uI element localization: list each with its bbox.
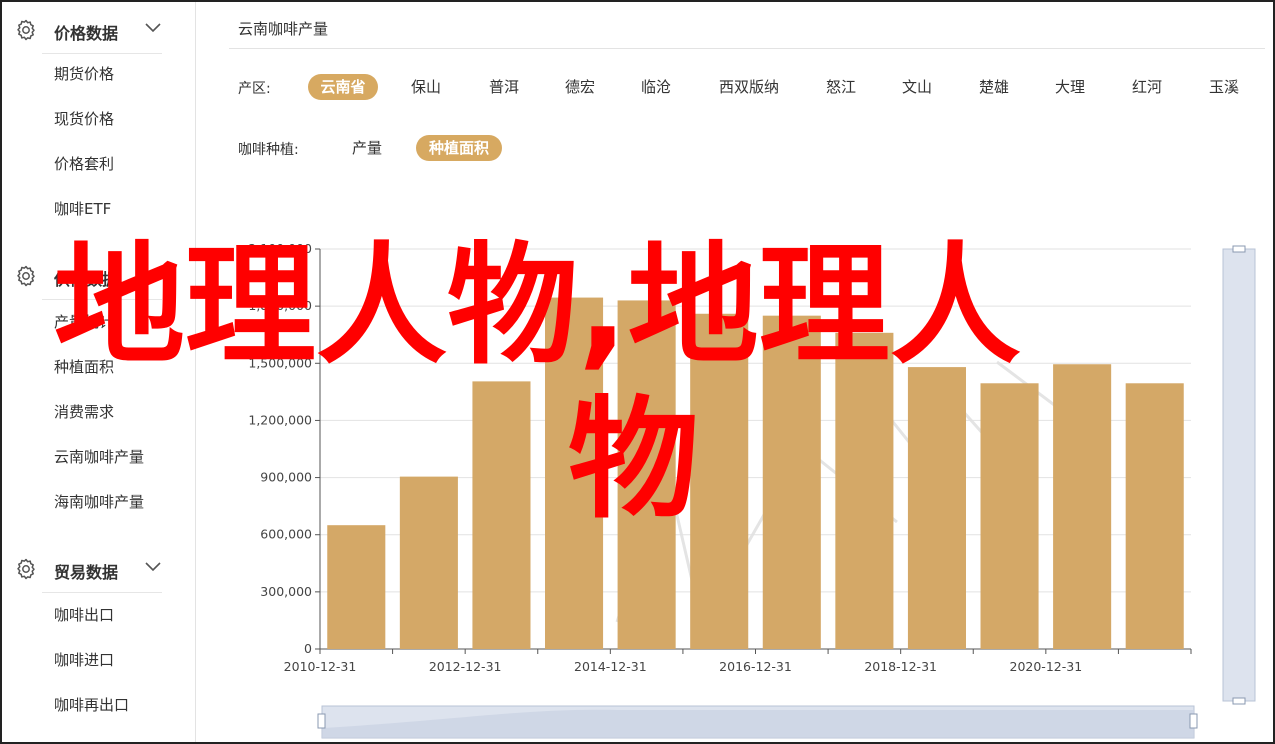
slider-handle-right[interactable] xyxy=(1189,713,1198,729)
section-header-price[interactable]: 价格数据 xyxy=(2,6,196,54)
y-tick-label: 300,000 xyxy=(260,584,312,599)
slider-handle-top[interactable] xyxy=(1232,245,1246,253)
x-tick-label: 2014-12-31 xyxy=(574,659,647,674)
y-tick-label: 1,200,000 xyxy=(248,412,312,427)
horizontal-zoom-slider[interactable] xyxy=(317,705,1198,739)
x-tick-label: 2016-12-31 xyxy=(719,659,792,674)
overlay-text-line2: 物 xyxy=(568,383,700,536)
x-tick-label: 2012-12-31 xyxy=(429,659,502,674)
sidebar-item-futures-price[interactable]: 期货价格 xyxy=(54,63,114,84)
bar-2018-12-31[interactable] xyxy=(907,367,966,649)
bar-2020-12-31[interactable] xyxy=(1053,364,1112,649)
gear-icon xyxy=(17,19,35,41)
bar-2011-12-31[interactable] xyxy=(399,476,458,649)
chevron-down-icon[interactable] xyxy=(144,22,162,34)
divider xyxy=(42,592,162,593)
y-tick-label: 900,000 xyxy=(260,470,312,485)
bar-2021-12-31[interactable] xyxy=(1125,383,1184,649)
overlay-text-line1: 地理人物,地理人 xyxy=(54,229,1021,382)
x-tick-label: 2018-12-31 xyxy=(864,659,937,674)
sidebar-item-consumption-demand[interactable]: 消费需求 xyxy=(54,401,114,422)
sidebar-item-coffee-import[interactable]: 咖啡进口 xyxy=(54,649,114,670)
sidebar-item-price-arbitrage[interactable]: 价格套利 xyxy=(54,153,114,174)
divider xyxy=(42,53,162,54)
x-axis: 2010-12-31 2012-12-31 2014-12-31 2016-12-31… xyxy=(284,649,1192,674)
sidebar-item-coffee-reexport[interactable]: 咖啡再出口 xyxy=(54,694,129,715)
bar-2019-12-31[interactable] xyxy=(980,383,1039,649)
bar-2010-12-31[interactable] xyxy=(327,525,386,649)
y-tick-label: 0 xyxy=(304,641,312,656)
x-tick-label: 2010-12-31 xyxy=(284,659,357,674)
slider-handle-left[interactable] xyxy=(317,713,326,729)
sidebar-item-coffee-etf[interactable]: 咖啡ETF xyxy=(54,198,111,219)
sidebar-item-yunnan-output[interactable]: 云南咖啡产量 xyxy=(54,446,144,467)
slider-handle-bottom[interactable] xyxy=(1232,697,1246,705)
gear-icon xyxy=(17,265,35,287)
chevron-down-icon[interactable] xyxy=(144,561,162,573)
vertical-zoom-slider[interactable] xyxy=(1222,245,1256,705)
sidebar-item-coffee-export[interactable]: 咖啡出口 xyxy=(54,604,114,625)
app-window: 价格数据 期货价格 现货价格 价格套利 咖啡ETF 供需数据 产量统计 种植面积… xyxy=(0,0,1275,744)
section-title: 价格数据 xyxy=(54,24,119,43)
y-tick-label: 600,000 xyxy=(260,527,312,542)
x-tick-label: 2020-12-31 xyxy=(1010,659,1083,674)
section-header-trade[interactable]: 贸易数据 xyxy=(2,545,196,593)
sidebar-item-spot-price[interactable]: 现货价格 xyxy=(54,108,114,129)
bar-2012-12-31[interactable] xyxy=(472,381,531,649)
gear-icon xyxy=(17,558,35,580)
section-title: 贸易数据 xyxy=(54,563,119,582)
sidebar-item-hainan-output[interactable]: 海南咖啡产量 xyxy=(54,491,144,512)
